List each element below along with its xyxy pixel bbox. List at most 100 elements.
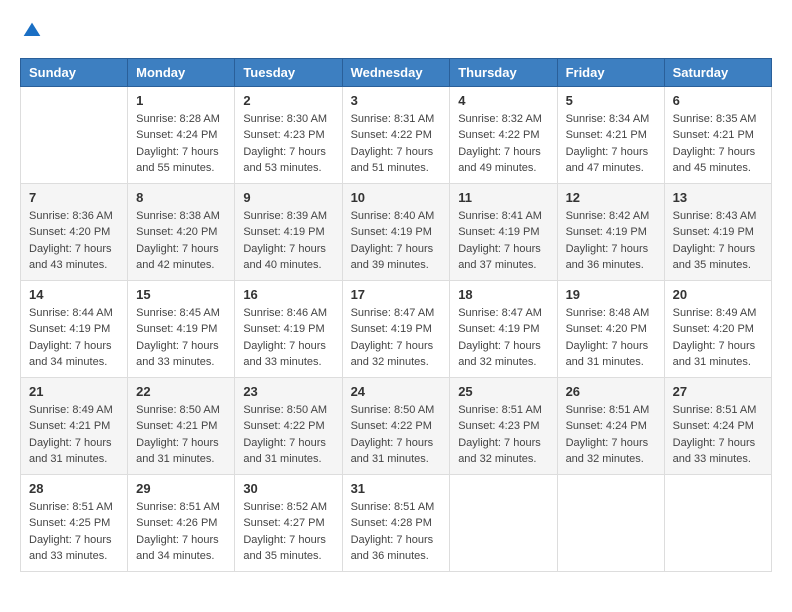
sunset-time: Sunset: 4:20 PM xyxy=(673,323,754,335)
daylight-hours: Daylight: 7 hours and 33 minutes. xyxy=(673,437,756,466)
calendar-week-row: 28 Sunrise: 8:51 AM Sunset: 4:25 PM Dayl… xyxy=(21,474,772,571)
sunset-time: Sunset: 4:22 PM xyxy=(351,420,432,432)
sunrise-time: Sunrise: 8:30 AM xyxy=(243,113,327,125)
day-info: Sunrise: 8:48 AM Sunset: 4:20 PM Dayligh… xyxy=(566,305,656,371)
sunset-time: Sunset: 4:22 PM xyxy=(243,420,324,432)
weekday-header: Tuesday xyxy=(235,58,342,86)
sunrise-time: Sunrise: 8:42 AM xyxy=(566,210,650,222)
calendar-day-cell: 2 Sunrise: 8:30 AM Sunset: 4:23 PM Dayli… xyxy=(235,86,342,183)
sunset-time: Sunset: 4:21 PM xyxy=(566,129,647,141)
calendar-day-cell: 25 Sunrise: 8:51 AM Sunset: 4:23 PM Dayl… xyxy=(450,377,557,474)
day-number: 4 xyxy=(458,93,548,108)
logo xyxy=(20,20,42,42)
day-number: 13 xyxy=(673,190,763,205)
weekday-header: Sunday xyxy=(21,58,128,86)
sunrise-time: Sunrise: 8:38 AM xyxy=(136,210,220,222)
sunset-time: Sunset: 4:24 PM xyxy=(566,420,647,432)
sunrise-time: Sunrise: 8:52 AM xyxy=(243,501,327,513)
day-info: Sunrise: 8:42 AM Sunset: 4:19 PM Dayligh… xyxy=(566,208,656,274)
calendar-day-cell: 1 Sunrise: 8:28 AM Sunset: 4:24 PM Dayli… xyxy=(128,86,235,183)
sunrise-time: Sunrise: 8:39 AM xyxy=(243,210,327,222)
day-info: Sunrise: 8:47 AM Sunset: 4:19 PM Dayligh… xyxy=(351,305,442,371)
calendar-day-cell: 29 Sunrise: 8:51 AM Sunset: 4:26 PM Dayl… xyxy=(128,474,235,571)
day-number: 8 xyxy=(136,190,226,205)
day-number: 12 xyxy=(566,190,656,205)
sunset-time: Sunset: 4:21 PM xyxy=(29,420,110,432)
day-info: Sunrise: 8:50 AM Sunset: 4:22 PM Dayligh… xyxy=(243,402,333,468)
sunset-time: Sunset: 4:19 PM xyxy=(351,226,432,238)
day-info: Sunrise: 8:41 AM Sunset: 4:19 PM Dayligh… xyxy=(458,208,548,274)
daylight-hours: Daylight: 7 hours and 49 minutes. xyxy=(458,146,541,175)
day-number: 14 xyxy=(29,287,119,302)
calendar-day-cell: 17 Sunrise: 8:47 AM Sunset: 4:19 PM Dayl… xyxy=(342,280,450,377)
calendar-day-cell: 20 Sunrise: 8:49 AM Sunset: 4:20 PM Dayl… xyxy=(664,280,771,377)
day-number: 30 xyxy=(243,481,333,496)
sunset-time: Sunset: 4:19 PM xyxy=(673,226,754,238)
sunset-time: Sunset: 4:19 PM xyxy=(29,323,110,335)
day-info: Sunrise: 8:30 AM Sunset: 4:23 PM Dayligh… xyxy=(243,111,333,177)
daylight-hours: Daylight: 7 hours and 37 minutes. xyxy=(458,243,541,272)
daylight-hours: Daylight: 7 hours and 31 minutes. xyxy=(566,340,649,369)
sunset-time: Sunset: 4:26 PM xyxy=(136,517,217,529)
sunrise-time: Sunrise: 8:41 AM xyxy=(458,210,542,222)
sunrise-time: Sunrise: 8:44 AM xyxy=(29,307,113,319)
day-info: Sunrise: 8:45 AM Sunset: 4:19 PM Dayligh… xyxy=(136,305,226,371)
calendar-day-cell: 14 Sunrise: 8:44 AM Sunset: 4:19 PM Dayl… xyxy=(21,280,128,377)
page-header xyxy=(20,20,772,42)
daylight-hours: Daylight: 7 hours and 47 minutes. xyxy=(566,146,649,175)
day-number: 1 xyxy=(136,93,226,108)
day-number: 6 xyxy=(673,93,763,108)
sunset-time: Sunset: 4:24 PM xyxy=(673,420,754,432)
sunrise-time: Sunrise: 8:47 AM xyxy=(458,307,542,319)
daylight-hours: Daylight: 7 hours and 31 minutes. xyxy=(351,437,434,466)
day-info: Sunrise: 8:51 AM Sunset: 4:23 PM Dayligh… xyxy=(458,402,548,468)
calendar-day-cell: 16 Sunrise: 8:46 AM Sunset: 4:19 PM Dayl… xyxy=(235,280,342,377)
day-info: Sunrise: 8:38 AM Sunset: 4:20 PM Dayligh… xyxy=(136,208,226,274)
calendar-day-cell: 9 Sunrise: 8:39 AM Sunset: 4:19 PM Dayli… xyxy=(235,183,342,280)
day-info: Sunrise: 8:36 AM Sunset: 4:20 PM Dayligh… xyxy=(29,208,119,274)
daylight-hours: Daylight: 7 hours and 35 minutes. xyxy=(673,243,756,272)
daylight-hours: Daylight: 7 hours and 55 minutes. xyxy=(136,146,219,175)
sunset-time: Sunset: 4:19 PM xyxy=(243,323,324,335)
calendar-day-cell xyxy=(664,474,771,571)
sunrise-time: Sunrise: 8:51 AM xyxy=(458,404,542,416)
calendar-day-cell: 23 Sunrise: 8:50 AM Sunset: 4:22 PM Dayl… xyxy=(235,377,342,474)
daylight-hours: Daylight: 7 hours and 32 minutes. xyxy=(566,437,649,466)
daylight-hours: Daylight: 7 hours and 33 minutes. xyxy=(243,340,326,369)
sunrise-time: Sunrise: 8:51 AM xyxy=(566,404,650,416)
sunset-time: Sunset: 4:19 PM xyxy=(243,226,324,238)
daylight-hours: Daylight: 7 hours and 32 minutes. xyxy=(458,340,541,369)
sunrise-time: Sunrise: 8:47 AM xyxy=(351,307,435,319)
day-info: Sunrise: 8:51 AM Sunset: 4:24 PM Dayligh… xyxy=(673,402,763,468)
calendar-week-row: 21 Sunrise: 8:49 AM Sunset: 4:21 PM Dayl… xyxy=(21,377,772,474)
day-info: Sunrise: 8:40 AM Sunset: 4:19 PM Dayligh… xyxy=(351,208,442,274)
daylight-hours: Daylight: 7 hours and 31 minutes. xyxy=(243,437,326,466)
day-number: 18 xyxy=(458,287,548,302)
daylight-hours: Daylight: 7 hours and 36 minutes. xyxy=(351,534,434,563)
daylight-hours: Daylight: 7 hours and 33 minutes. xyxy=(136,340,219,369)
daylight-hours: Daylight: 7 hours and 40 minutes. xyxy=(243,243,326,272)
day-number: 17 xyxy=(351,287,442,302)
day-number: 2 xyxy=(243,93,333,108)
daylight-hours: Daylight: 7 hours and 34 minutes. xyxy=(136,534,219,563)
day-number: 31 xyxy=(351,481,442,496)
calendar-day-cell: 13 Sunrise: 8:43 AM Sunset: 4:19 PM Dayl… xyxy=(664,183,771,280)
calendar-day-cell: 26 Sunrise: 8:51 AM Sunset: 4:24 PM Dayl… xyxy=(557,377,664,474)
sunrise-time: Sunrise: 8:46 AM xyxy=(243,307,327,319)
sunset-time: Sunset: 4:20 PM xyxy=(136,226,217,238)
calendar-day-cell: 31 Sunrise: 8:51 AM Sunset: 4:28 PM Dayl… xyxy=(342,474,450,571)
sunrise-time: Sunrise: 8:32 AM xyxy=(458,113,542,125)
day-number: 10 xyxy=(351,190,442,205)
sunset-time: Sunset: 4:20 PM xyxy=(29,226,110,238)
sunrise-time: Sunrise: 8:51 AM xyxy=(351,501,435,513)
calendar-day-cell: 7 Sunrise: 8:36 AM Sunset: 4:20 PM Dayli… xyxy=(21,183,128,280)
day-number: 16 xyxy=(243,287,333,302)
sunset-time: Sunset: 4:19 PM xyxy=(136,323,217,335)
day-info: Sunrise: 8:50 AM Sunset: 4:22 PM Dayligh… xyxy=(351,402,442,468)
daylight-hours: Daylight: 7 hours and 51 minutes. xyxy=(351,146,434,175)
calendar-table: SundayMondayTuesdayWednesdayThursdayFrid… xyxy=(20,58,772,572)
day-info: Sunrise: 8:35 AM Sunset: 4:21 PM Dayligh… xyxy=(673,111,763,177)
day-number: 29 xyxy=(136,481,226,496)
calendar-day-cell: 24 Sunrise: 8:50 AM Sunset: 4:22 PM Dayl… xyxy=(342,377,450,474)
daylight-hours: Daylight: 7 hours and 43 minutes. xyxy=(29,243,112,272)
